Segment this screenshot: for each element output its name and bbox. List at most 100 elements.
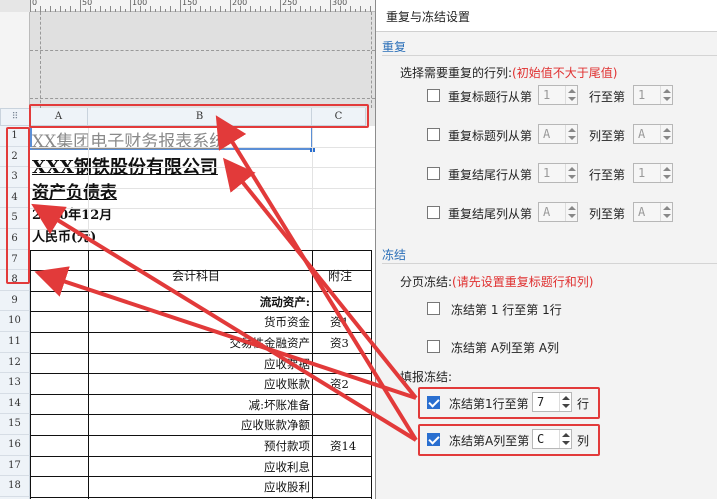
row-header[interactable]: 17: [0, 455, 30, 477]
grid-line: [30, 146, 375, 148]
stepper-value[interactable]: 1: [638, 88, 645, 102]
stepper-arrows[interactable]: [660, 125, 672, 143]
account-label[interactable]: 交易性金融资产: [230, 335, 311, 351]
account-label[interactable]: 预付款项: [264, 438, 310, 454]
page-freeze-col-checkbox[interactable]: [427, 340, 440, 353]
ruler-number: 0: [32, 0, 38, 7]
ruler-number: 50: [82, 0, 93, 7]
stepper-arrows[interactable]: [565, 86, 577, 104]
page-freeze-hint: (请先设置重复标题行和列): [452, 275, 594, 289]
stepper-arrows[interactable]: [660, 164, 672, 182]
margin-guide: [40, 12, 41, 108]
arrow-down-icon[interactable]: [663, 175, 671, 179]
table-border: [30, 249, 31, 499]
select-all-corner[interactable]: ⠿: [0, 108, 30, 126]
repeat-to-stepper[interactable]: A: [633, 202, 673, 222]
row-header[interactable]: 16: [0, 435, 30, 456]
account-label[interactable]: 货币资金: [264, 314, 310, 330]
stepper-value[interactable]: 1: [543, 166, 550, 180]
arrow-down-icon[interactable]: [663, 136, 671, 140]
stepper-value[interactable]: A: [543, 205, 550, 219]
margin-guide: [371, 12, 372, 108]
repeat-checkbox[interactable]: [427, 206, 440, 219]
arrow-down-icon[interactable]: [663, 97, 671, 101]
grid-line: [30, 229, 375, 230]
arrow-down-icon[interactable]: [568, 136, 576, 140]
account-label[interactable]: 应收股利: [264, 479, 310, 495]
row-header[interactable]: 10: [0, 311, 30, 332]
stepper-arrows[interactable]: [660, 86, 672, 104]
stepper-arrows[interactable]: [565, 125, 577, 143]
freeze-section-heading: 冻结: [382, 248, 407, 262]
row-header[interactable]: 15: [0, 414, 30, 435]
stepper-value[interactable]: A: [543, 127, 550, 141]
section-divider: [382, 263, 717, 264]
arrow-down-icon[interactable]: [568, 214, 576, 218]
sheet-grid[interactable]: XX集团电子财务报表系统 XXX钢铁股份有限公司 资产负债表 2010年12月 …: [30, 126, 375, 499]
stepper-value[interactable]: 1: [543, 88, 550, 102]
report-system-title[interactable]: XX集团电子财务报表系统: [32, 127, 226, 152]
arrow-up-icon[interactable]: [568, 206, 576, 210]
repeat-checkbox[interactable]: [427, 128, 440, 141]
repeat-prompt: 选择需要重复的行列:(初始值不大于尾值): [400, 64, 617, 81]
row-header[interactable]: 12: [0, 352, 30, 374]
arrow-down-icon[interactable]: [568, 97, 576, 101]
arrow-up-icon[interactable]: [663, 167, 671, 171]
account-label[interactable]: 流动资产:: [260, 294, 310, 310]
stepper-arrows[interactable]: [565, 203, 577, 221]
grid-line: [30, 167, 375, 169]
arrow-up-icon[interactable]: [663, 206, 671, 210]
stepper-arrows[interactable]: [565, 164, 577, 182]
ruler-number: 300: [332, 0, 348, 7]
account-note[interactable]: 资2: [330, 376, 349, 392]
stepper-value[interactable]: 1: [638, 166, 645, 180]
arrow-up-icon[interactable]: [568, 128, 576, 132]
arrow-up-icon[interactable]: [568, 89, 576, 93]
row-header[interactable]: 18: [0, 476, 30, 497]
repeat-mid-label: 列至第: [589, 129, 626, 143]
ruler-number: 250: [282, 0, 298, 7]
account-label[interactable]: 应收利息: [264, 459, 310, 475]
repeat-to-stepper[interactable]: 1: [633, 163, 673, 183]
account-note[interactable]: 资14: [330, 438, 356, 454]
account-note[interactable]: 资3: [330, 335, 349, 351]
repeat-from-stepper[interactable]: A: [538, 124, 578, 144]
arrow-up-icon[interactable]: [568, 167, 576, 171]
repeat-to-stepper[interactable]: 1: [633, 85, 673, 105]
grid-line: [30, 187, 375, 189]
repeat-checkbox[interactable]: [427, 89, 440, 102]
grid-line: [30, 496, 372, 498]
row-header[interactable]: 11: [0, 332, 30, 353]
arrow-down-icon[interactable]: [568, 175, 576, 179]
row-header[interactable]: 14: [0, 393, 30, 415]
stepper-value[interactable]: A: [638, 127, 645, 141]
fill-freeze-label: 填报冻结:: [400, 370, 453, 384]
stepper-value[interactable]: A: [638, 205, 645, 219]
ruler-tick: [30, 0, 31, 12]
account-label[interactable]: 应收账款净额: [241, 417, 310, 433]
account-note[interactable]: 资1: [330, 314, 349, 330]
repeat-checkbox[interactable]: [427, 167, 440, 180]
repeat-to-stepper[interactable]: A: [633, 124, 673, 144]
repeat-from-stepper[interactable]: 1: [538, 85, 578, 105]
arrow-up-icon[interactable]: [663, 128, 671, 132]
ruler-tick: [280, 0, 281, 12]
company-name[interactable]: XXX钢铁股份有限公司: [32, 153, 218, 179]
report-date[interactable]: 2010年12月: [32, 204, 112, 223]
account-label[interactable]: 应收账款: [264, 376, 310, 392]
stepper-arrows[interactable]: [660, 203, 672, 221]
repeat-mid-label: 行至第: [589, 168, 626, 182]
ruler-tick: [330, 0, 331, 12]
arrow-down-icon[interactable]: [663, 214, 671, 218]
repeat-from-stepper[interactable]: A: [538, 202, 578, 222]
account-label[interactable]: 应收票据: [264, 356, 310, 372]
margin-guide: [30, 50, 375, 51]
account-label[interactable]: 减:坏账准备: [249, 397, 310, 413]
report-name[interactable]: 资产负债表: [32, 178, 117, 203]
page-freeze-row-checkbox[interactable]: [427, 302, 440, 315]
repeat-from-stepper[interactable]: 1: [538, 163, 578, 183]
row-header[interactable]: 9: [0, 290, 30, 312]
arrow-up-icon[interactable]: [663, 89, 671, 93]
ruler-number: 200: [232, 0, 248, 7]
row-header[interactable]: 13: [0, 373, 30, 394]
